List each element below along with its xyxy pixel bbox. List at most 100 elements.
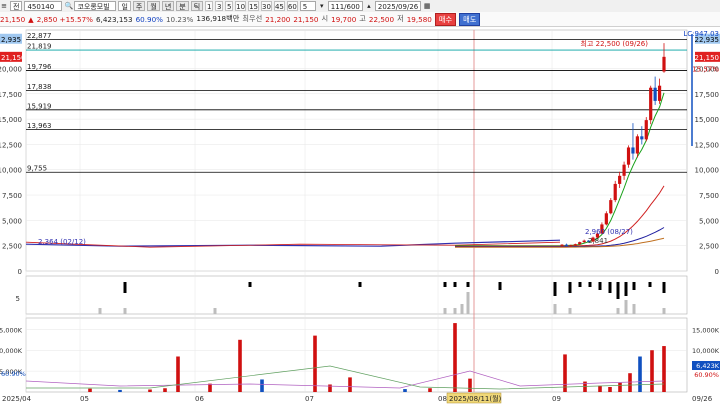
volume-tick-right: 10,000K: [692, 347, 720, 355]
indicator-bar: [248, 282, 252, 287]
bid-price: 21,150: [293, 14, 319, 24]
interval-10-button[interactable]: 10: [235, 1, 247, 11]
indicator-gray-bar: [624, 300, 628, 314]
candle-body: [649, 87, 653, 121]
indicator-bar: [553, 282, 557, 296]
interval-1-button[interactable]: 1: [205, 1, 214, 11]
buy-button[interactable]: 매수: [434, 12, 457, 26]
stock-name[interactable]: 코오롱모빌: [74, 1, 117, 11]
candle-body: [657, 85, 662, 101]
candle-body: [560, 244, 564, 246]
stock-code-input[interactable]: 450140: [24, 1, 63, 11]
volume-tick-left: 10,000K: [0, 347, 23, 355]
candle-body: [564, 244, 569, 246]
y-tick-left: 10,000: [0, 167, 22, 175]
indicator-bar: [443, 282, 447, 287]
volume-bar: [260, 379, 264, 392]
volume-bar: [662, 346, 666, 392]
candle-body: [635, 136, 639, 154]
arrow-up-icon[interactable]: ▴: [365, 2, 373, 10]
support-line-label: 19,796: [27, 63, 52, 71]
y-tick-right: 7,500: [699, 192, 719, 200]
count-select[interactable]: 5: [299, 1, 316, 11]
period-month-button[interactable]: 월: [147, 1, 160, 11]
x-axis-label: 07: [305, 395, 314, 403]
indicator-bar: [616, 282, 620, 299]
indicator-bar: [568, 282, 572, 293]
candle-body: [609, 200, 613, 214]
crosshair-date-label: 2025/08/11(월): [449, 394, 502, 403]
interval-3-button[interactable]: 3: [215, 1, 224, 11]
period-week-button[interactable]: 주: [132, 1, 146, 11]
indicator-gray-bar: [616, 308, 620, 314]
candle-body: [653, 87, 657, 101]
turnover-line: [25, 370, 665, 389]
interval-15-button[interactable]: 15: [248, 1, 260, 11]
volume-bar: [428, 388, 432, 392]
x-axis: 2025/04 05 06 07 08 09 09/26 2025/08/11(월): [2, 392, 713, 404]
volume-bar: [638, 356, 642, 392]
indicator-gray-bar: [632, 304, 636, 314]
menu-icon[interactable]: ≡: [0, 2, 8, 10]
indicator-gray-bar: [443, 308, 447, 314]
market-select[interactable]: 전: [10, 1, 23, 11]
indicator-gray-bar: [123, 308, 127, 314]
interval-45-button[interactable]: 45: [273, 1, 285, 11]
current-price: 21,150: [0, 14, 26, 24]
volume-bar: [328, 384, 332, 392]
indicator-gray-bar: [98, 308, 102, 314]
candle-body: [618, 175, 622, 184]
y-tick-left: 17,500: [0, 91, 22, 99]
y-tick-right: 15,000: [695, 116, 720, 124]
candle-body: [640, 136, 644, 140]
right-label: 15.57%: [692, 65, 719, 73]
chevron-down-icon[interactable]: ▾: [318, 2, 326, 10]
indicator-gray-bar: [662, 308, 666, 314]
volume-bar: [176, 356, 180, 392]
interval-5-button[interactable]: 5: [225, 1, 234, 11]
indicator-bar: [608, 282, 612, 293]
period-tick-button[interactable]: 틱: [190, 1, 204, 11]
candle-body: [631, 147, 635, 154]
indicator-gray-bar: [568, 308, 572, 314]
volume-bar: [608, 386, 612, 392]
volume-bar: [148, 389, 152, 392]
stock-chart[interactable]: 22,877 21,819 19,796 17,838 15,919 13,963 9,75…: [0, 26, 720, 404]
volume-bar: [348, 377, 352, 392]
period-day-button[interactable]: 일: [118, 1, 131, 11]
candle-body: [644, 120, 648, 140]
volume-right-tag-label: 60.90%: [694, 371, 719, 379]
indicator-bar: [578, 282, 582, 287]
search-icon[interactable]: 🔍: [64, 2, 73, 10]
support-line-label: 21,819: [27, 43, 52, 51]
indicator-panel: [98, 282, 666, 314]
y-tick-left: 2,500: [2, 243, 22, 251]
period-minute-button[interactable]: 분: [176, 1, 189, 11]
indicator-gray-bar: [466, 292, 470, 314]
interval-30-button[interactable]: 30: [261, 1, 272, 11]
candle-body: [622, 164, 626, 176]
period-year-button[interactable]: 년: [161, 1, 175, 11]
indicator-bar: [648, 282, 652, 287]
moving-averages: [454, 92, 665, 248]
price-change: 2,850 +15.57%: [36, 14, 93, 24]
interval-60-button[interactable]: 60: [286, 1, 298, 11]
date-input[interactable]: 2025/09/26: [374, 1, 422, 11]
left-price-tag-label: 21,150: [1, 54, 26, 62]
volume-bar: [163, 388, 167, 392]
candle-body: [613, 183, 617, 201]
volume-panel-frame: [25, 317, 688, 393]
calendar-icon[interactable]: ▦: [423, 2, 431, 10]
candle-body: [569, 245, 573, 247]
sell-button[interactable]: 매도: [459, 12, 481, 26]
volume-tick-right: 15,000K: [692, 326, 720, 334]
y-tick-right: 10,000: [695, 167, 720, 175]
indicator-bar: [624, 282, 628, 296]
x-axis-label: 05: [80, 395, 89, 403]
high-annotation: 최고 22,500 (09/26): [581, 39, 649, 48]
y-tick-right: 12,500: [695, 141, 720, 149]
amount-value: 136,918백만: [196, 14, 240, 23]
support-lines: 22,877 21,819 19,796 17,838 15,919 13,963 9,75…: [26, 32, 687, 173]
volume-tick-left: 15,000K: [0, 326, 23, 334]
indicator-bar: [466, 282, 470, 287]
